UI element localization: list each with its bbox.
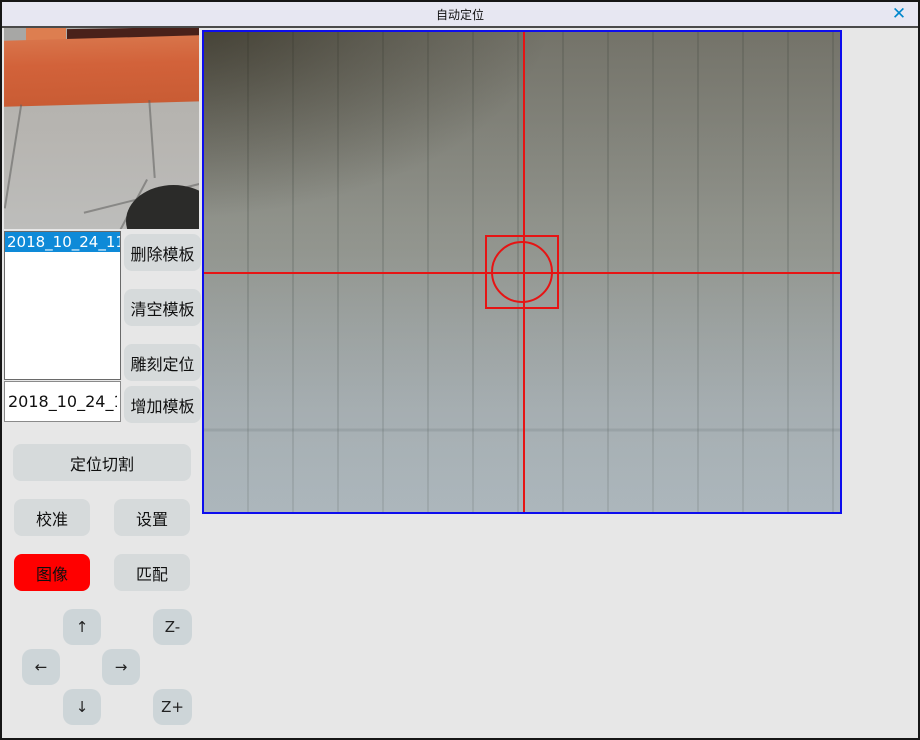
camera-feed-image xyxy=(204,32,840,512)
auto-locate-dialog: 自动定位 ✕ 2018_10_24_11 删除模板 清空模板 雕刻定位 增加模板… xyxy=(0,0,920,740)
jog-up-button[interactable]: ↑ xyxy=(63,609,101,645)
locate-cut-button[interactable]: 定位切割 xyxy=(13,444,191,481)
thumb-tile-line xyxy=(148,100,155,178)
image-button-active[interactable]: 图像 xyxy=(14,554,90,591)
template-thumbnail-image xyxy=(4,28,199,229)
title-bar: 自动定位 ✕ xyxy=(2,2,918,28)
close-icon[interactable]: ✕ xyxy=(888,3,910,25)
add-template-button[interactable]: 增加模板 xyxy=(124,386,201,423)
jog-z-plus-button[interactable]: Z+ xyxy=(153,689,192,725)
calibrate-button[interactable]: 校准 xyxy=(14,499,90,536)
delete-template-button[interactable]: 删除模板 xyxy=(124,234,201,271)
template-name-input[interactable] xyxy=(4,381,121,422)
jog-down-button[interactable]: ↓ xyxy=(63,689,101,725)
thumb-dark-blob xyxy=(126,185,199,229)
window-title: 自动定位 xyxy=(436,6,484,23)
match-button[interactable]: 匹配 xyxy=(114,554,190,591)
thumb-tile-line xyxy=(4,104,22,208)
settings-button[interactable]: 设置 xyxy=(114,499,190,536)
template-list[interactable]: 2018_10_24_11 xyxy=(4,231,121,380)
jog-right-button[interactable]: → xyxy=(102,649,140,685)
target-circle-overlay xyxy=(491,241,553,303)
jog-left-button[interactable]: ← xyxy=(22,649,60,685)
template-list-item[interactable]: 2018_10_24_11 xyxy=(5,232,120,252)
clear-templates-button[interactable]: 清空模板 xyxy=(124,289,201,326)
jog-z-minus-button[interactable]: Z- xyxy=(153,609,192,645)
engrave-locate-button[interactable]: 雕刻定位 xyxy=(124,344,201,381)
camera-view[interactable] xyxy=(202,30,842,514)
thumb-orange-beam xyxy=(4,35,199,107)
